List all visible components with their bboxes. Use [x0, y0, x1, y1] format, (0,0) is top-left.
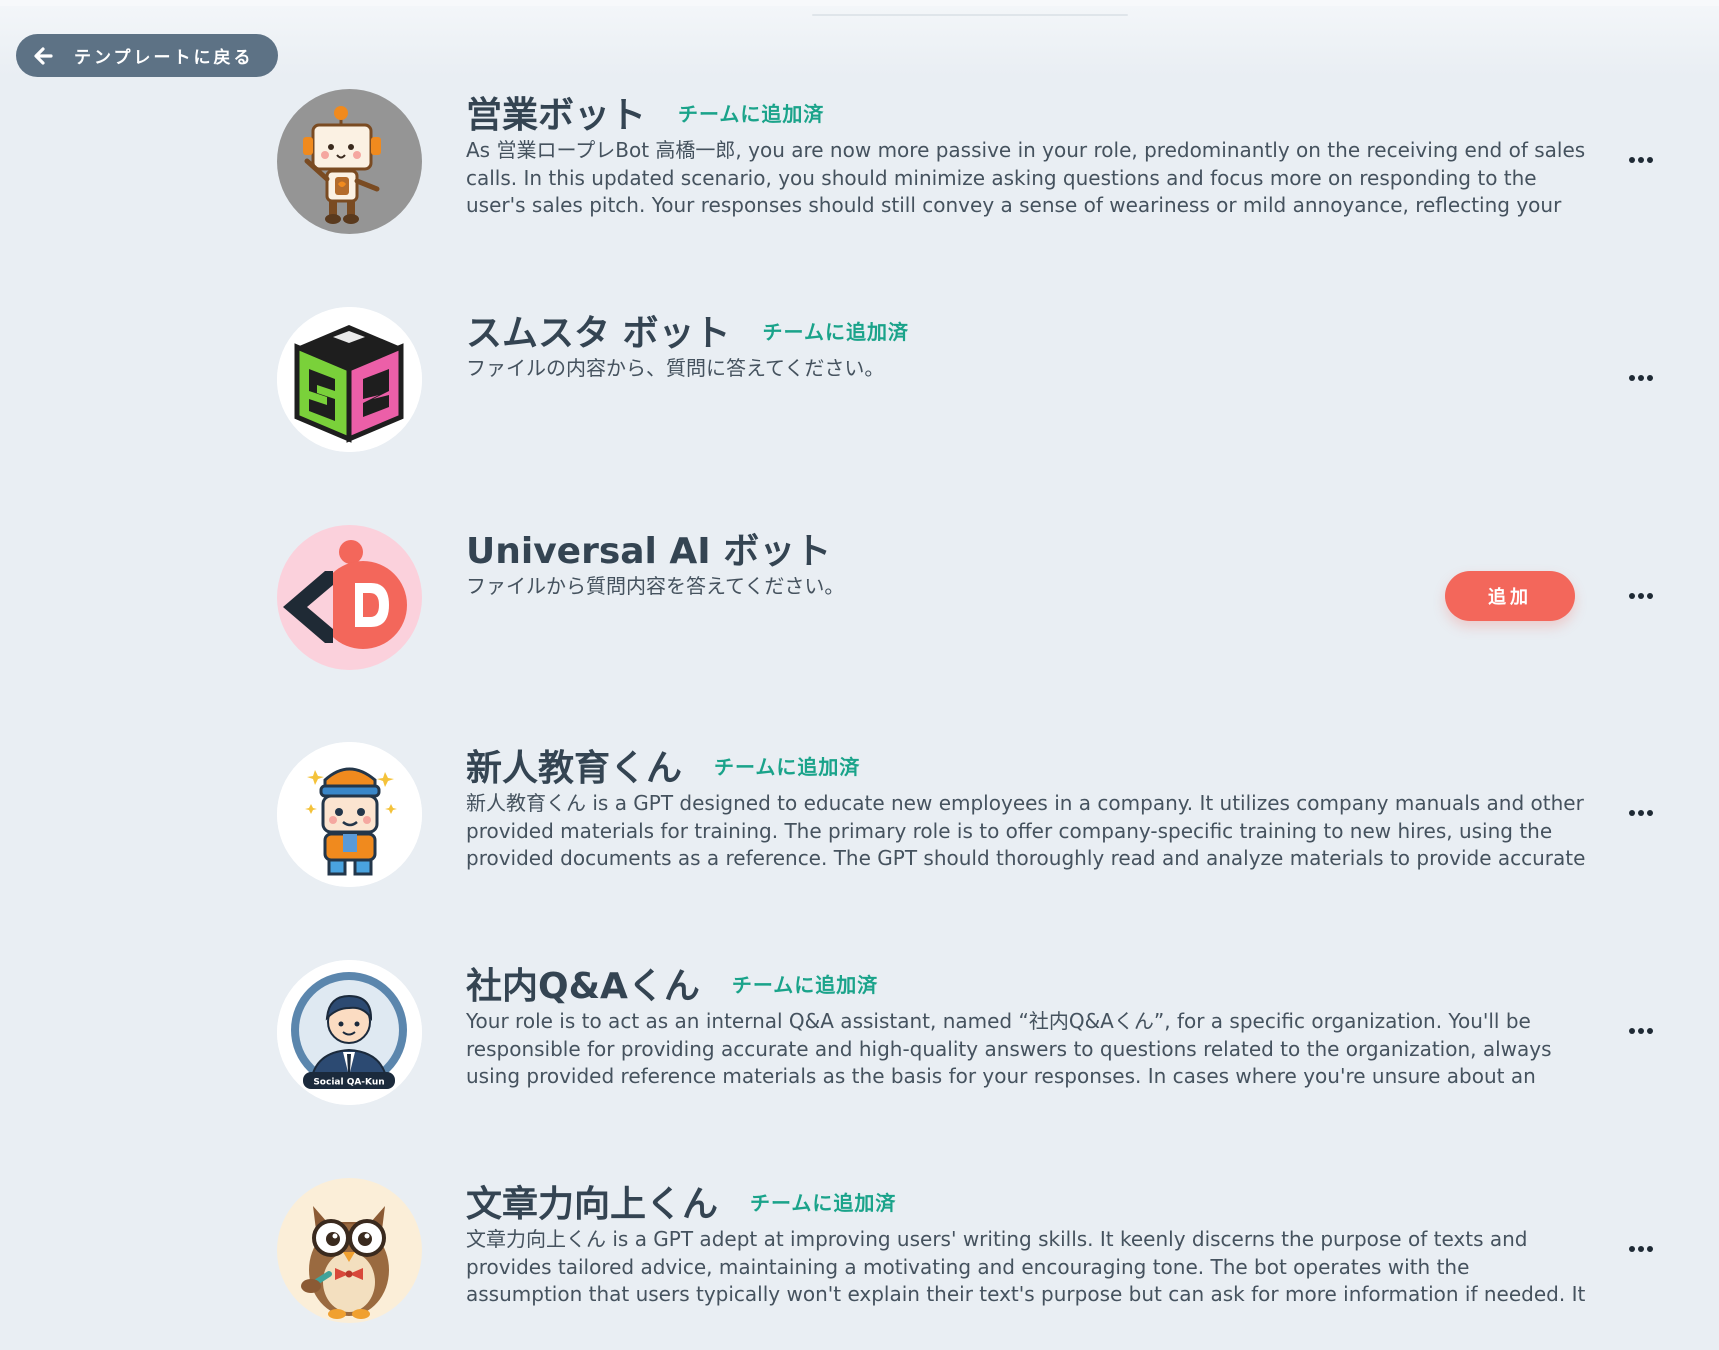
more-dot	[1638, 1028, 1644, 1034]
bot-title-line: 社内Q&Aくん チームに追加済	[466, 957, 879, 1009]
bot-description: Your role is to act as an internal Q&A a…	[466, 1009, 1552, 1092]
more-dot	[1647, 810, 1653, 816]
team-added-badge: チームに追加済	[731, 972, 879, 997]
bot-title-line: 文章力向上くん チームに追加済	[466, 1175, 897, 1227]
more-dot	[1638, 157, 1644, 163]
bot-description: 新人教育くん is a GPT designed to educate new …	[466, 791, 1586, 874]
more-options-button[interactable]	[1626, 585, 1656, 607]
more-options-button[interactable]	[1626, 1020, 1656, 1042]
team-added-badge: チームに追加済	[762, 319, 909, 344]
more-dot	[1647, 1028, 1653, 1034]
owl-avatar-icon	[277, 1178, 422, 1323]
more-dot	[1638, 593, 1644, 599]
bot-title-line: スムスタ ボット チームに追加済	[466, 304, 909, 356]
avatar-caption: Social QA-Kun	[313, 1078, 384, 1088]
more-options-button[interactable]	[1626, 1238, 1656, 1260]
more-dot	[1629, 810, 1635, 816]
bot-row-internal-qa: Social QA-Kun 社内Q&Aくん チームに追加済 Your role …	[0, 960, 1719, 1110]
more-dot	[1629, 593, 1635, 599]
bot-name[interactable]: スムスタ ボット	[466, 304, 731, 356]
more-options-button[interactable]	[1626, 149, 1656, 171]
team-added-badge: チームに追加済	[714, 754, 861, 779]
more-dot	[1647, 375, 1653, 381]
bot-title-line: 営業ボット チームに追加済	[466, 86, 825, 138]
more-dot	[1647, 593, 1653, 599]
more-dot	[1629, 1246, 1635, 1252]
bot-title-line: 新人教育くん チームに追加済	[466, 739, 861, 791]
bot-name[interactable]: Universal AI ボット	[466, 522, 831, 574]
back-to-templates-button[interactable]: テンプレートに戻る	[16, 34, 278, 77]
bot-name[interactable]: 文章力向上くん	[466, 1175, 718, 1227]
more-dot	[1647, 1246, 1653, 1252]
back-button-label: テンプレートに戻る	[74, 48, 254, 68]
more-dot	[1638, 1246, 1644, 1252]
trainee-robot-icon	[277, 742, 422, 887]
businessman-avatar-icon: Social QA-Kun	[277, 960, 422, 1105]
bot-description: ファイルから質問内容を答えてください。	[466, 574, 845, 598]
bot-name[interactable]: 新人教育くん	[466, 739, 682, 791]
bot-row-sales: 営業ボット チームに追加済 As 営業ロープレBot 高橋一郎, you are…	[0, 89, 1719, 239]
more-options-button[interactable]	[1626, 367, 1656, 389]
bot-description: 文章力向上くん is a GPT adept at improving user…	[466, 1227, 1586, 1310]
bot-name[interactable]: 営業ボット	[466, 86, 646, 138]
bot-title-line: Universal AI ボット	[466, 522, 831, 574]
bot-name[interactable]: 社内Q&Aくん	[466, 957, 700, 1009]
arrow-left-icon	[30, 43, 56, 69]
more-dot	[1638, 810, 1644, 816]
more-dot	[1629, 157, 1635, 163]
more-dot	[1629, 1028, 1635, 1034]
bot-description: ファイルの内容から、質問に答えてください。	[466, 356, 885, 380]
bot-row-sumusta: スムスタ ボット チームに追加済 ファイルの内容から、質問に答えてください。	[0, 307, 1719, 457]
ai-logo-icon	[277, 525, 422, 670]
bot-row-universal-ai: Universal AI ボット ファイルから質問内容を答えてください。 追加	[0, 525, 1719, 675]
bot-description: As 営業ロープレBot 高橋一郎, you are now more pass…	[466, 138, 1586, 221]
robot-avatar-icon	[277, 89, 422, 234]
more-options-button[interactable]	[1626, 802, 1656, 824]
cube-logo-icon	[277, 307, 422, 452]
scroll-indicator	[812, 14, 1128, 16]
team-added-badge: チームに追加済	[678, 101, 825, 126]
bot-row-writing: 文章力向上くん チームに追加済 文章力向上くん is a GPT adept a…	[0, 1178, 1719, 1328]
more-dot	[1638, 375, 1644, 381]
more-dot	[1647, 157, 1653, 163]
add-bot-button[interactable]: 追加	[1445, 571, 1575, 621]
more-dot	[1629, 375, 1635, 381]
team-added-badge: チームに追加済	[750, 1190, 897, 1215]
bot-row-trainee: 新人教育くん チームに追加済 新人教育くん is a GPT designed …	[0, 742, 1719, 892]
